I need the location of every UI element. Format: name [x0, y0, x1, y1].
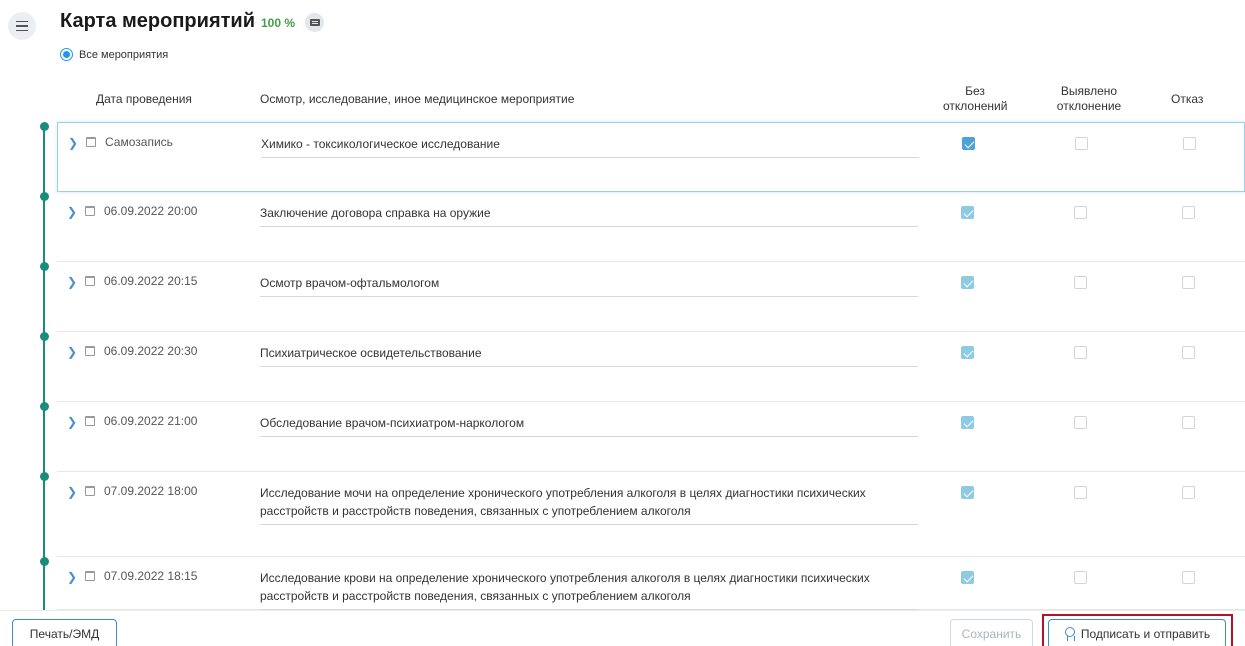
- row-date: Самозапись: [105, 135, 173, 149]
- row-event: Химико - токсикологическое исследование: [261, 137, 500, 151]
- page-header: Карта мероприятий 100 %: [60, 10, 295, 33]
- calendar-icon: [85, 206, 95, 216]
- row-underline: [260, 524, 918, 525]
- sign-and-send-label: Подписать и отправить: [1080, 627, 1211, 641]
- timeline-dot: [40, 122, 49, 131]
- table-row[interactable]: ❯ 06.09.2022 21:00 Обследование врачом-пси…: [57, 402, 1245, 472]
- column-header-no-deviation: Без отклонений: [943, 84, 1008, 113]
- page-title: Карта мероприятий: [60, 10, 255, 32]
- row-event: Исследование крови на определение хронич…: [260, 571, 870, 603]
- expand-chevron-icon[interactable]: ❯: [67, 415, 77, 429]
- no-deviation-checkbox[interactable]: [961, 346, 974, 359]
- deviation-checkbox[interactable]: [1074, 571, 1087, 584]
- no-deviation-checkbox[interactable]: [961, 416, 974, 429]
- no-deviation-checkbox[interactable]: [962, 137, 975, 150]
- table-row[interactable]: ❯ 06.09.2022 20:30 Психиатрическое освидет…: [57, 332, 1245, 402]
- timeline-dot: [40, 332, 49, 341]
- refusal-checkbox[interactable]: [1182, 206, 1195, 219]
- progress-percent: 100 %: [261, 16, 296, 30]
- refusal-checkbox[interactable]: [1182, 486, 1195, 499]
- expand-chevron-icon[interactable]: ❯: [68, 136, 78, 150]
- column-header-refusal: Отказ: [1171, 92, 1204, 106]
- deviation-checkbox[interactable]: [1074, 276, 1087, 289]
- refusal-checkbox[interactable]: [1182, 571, 1195, 584]
- calendar-icon: [85, 346, 95, 356]
- column-header-event: Осмотр, исследование, иное медицинское м…: [260, 92, 575, 106]
- row-underline: [260, 436, 918, 437]
- column-header-date: Дата проведения: [96, 92, 192, 106]
- table-row[interactable]: ❯ 07.09.2022 18:00 Исследование мочи на оп…: [57, 472, 1245, 557]
- expand-chevron-icon[interactable]: ❯: [67, 205, 77, 219]
- menu-icon[interactable]: [8, 12, 36, 40]
- keyboard-icon[interactable]: [305, 13, 324, 32]
- deviation-checkbox[interactable]: [1074, 346, 1087, 359]
- row-date: 06.09.2022 20:15: [104, 274, 198, 288]
- calendar-icon: [85, 571, 95, 581]
- expand-chevron-icon[interactable]: ❯: [67, 275, 77, 289]
- no-deviation-checkbox[interactable]: [961, 206, 974, 219]
- table-row[interactable]: ❯ 07.09.2022 18:15 Исследование крови на о…: [57, 557, 1245, 610]
- deviation-checkbox[interactable]: [1075, 137, 1088, 150]
- signature-award-icon: [1064, 627, 1076, 641]
- calendar-icon: [86, 137, 96, 147]
- timeline-dot: [40, 262, 49, 271]
- expand-chevron-icon[interactable]: ❯: [67, 485, 77, 499]
- calendar-icon: [85, 276, 95, 286]
- radio-selected-icon[interactable]: [60, 48, 73, 61]
- deviation-checkbox[interactable]: [1074, 486, 1087, 499]
- refusal-checkbox[interactable]: [1182, 346, 1195, 359]
- save-button[interactable]: Сохранить: [950, 619, 1033, 646]
- no-deviation-checkbox[interactable]: [961, 571, 974, 584]
- timeline-dot: [40, 557, 49, 566]
- print-emd-button[interactable]: Печать/ЭМД: [12, 619, 117, 646]
- deviation-checkbox[interactable]: [1074, 206, 1087, 219]
- row-underline: [260, 226, 918, 227]
- calendar-icon: [85, 416, 95, 426]
- row-event: Осмотр врачом-офтальмологом: [260, 276, 440, 290]
- row-event: Обследование врачом-психиатром-нарколого…: [260, 416, 525, 430]
- table-row[interactable]: ❯ Самозапись Химико - токсикологическое ис…: [57, 122, 1245, 192]
- row-underline: [260, 366, 918, 367]
- no-deviation-checkbox[interactable]: [961, 486, 974, 499]
- row-event: Психиатрическое освидетельствование: [260, 346, 482, 360]
- no-deviation-checkbox[interactable]: [961, 276, 974, 289]
- filter-all-events[interactable]: Все мероприятия: [60, 48, 168, 61]
- footer-bar: Печать/ЭМД Сохранить Подписать и отправи…: [0, 610, 1245, 646]
- refusal-checkbox[interactable]: [1182, 276, 1195, 289]
- row-date: 07.09.2022 18:15: [104, 569, 198, 583]
- timeline-dot: [40, 402, 49, 411]
- sign-and-send-button[interactable]: Подписать и отправить: [1048, 619, 1226, 646]
- refusal-checkbox[interactable]: [1183, 137, 1196, 150]
- table-row[interactable]: ❯ 06.09.2022 20:00 Заключение договора спр…: [57, 192, 1245, 262]
- table-row[interactable]: ❯ 06.09.2022 20:15 Осмотр врачом-офтальмол…: [57, 262, 1245, 332]
- row-underline: [261, 157, 919, 158]
- row-date: 06.09.2022 20:30: [104, 344, 198, 358]
- column-header-deviation: Выявлено отклонение: [1056, 84, 1122, 113]
- refusal-checkbox[interactable]: [1182, 416, 1195, 429]
- filter-label: Все мероприятия: [79, 48, 169, 61]
- timeline-dot: [40, 192, 49, 201]
- expand-chevron-icon[interactable]: ❯: [67, 345, 77, 359]
- calendar-icon: [85, 486, 95, 496]
- expand-chevron-icon[interactable]: ❯: [67, 570, 77, 584]
- timeline-dot: [40, 472, 49, 481]
- row-event: Исследование мочи на определение хрониче…: [260, 486, 866, 518]
- row-date: 06.09.2022 20:00: [104, 204, 198, 218]
- row-event: Заключение договора справка на оружие: [260, 206, 491, 220]
- row-date: 07.09.2022 18:00: [104, 484, 198, 498]
- row-date: 06.09.2022 21:00: [104, 414, 198, 428]
- deviation-checkbox[interactable]: [1074, 416, 1087, 429]
- row-underline: [260, 296, 918, 297]
